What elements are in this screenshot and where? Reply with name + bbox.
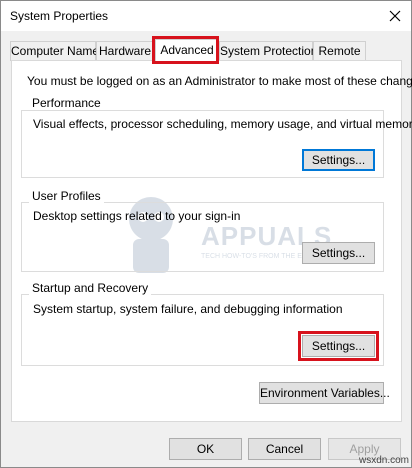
performance-settings-button[interactable]: Settings... bbox=[302, 149, 375, 171]
admin-notice: You must be logged on as an Administrato… bbox=[27, 74, 412, 88]
tab-label: Advanced bbox=[160, 43, 214, 57]
user-profiles-title: User Profiles bbox=[29, 189, 104, 203]
close-icon bbox=[389, 10, 401, 22]
tab-strip: Computer Name Hardware Advanced System P… bbox=[10, 39, 402, 62]
startup-recovery-settings-button[interactable]: Settings... bbox=[302, 335, 375, 357]
ok-button[interactable]: OK bbox=[169, 438, 242, 460]
startup-recovery-description: System startup, system failure, and debu… bbox=[33, 302, 343, 316]
cancel-button[interactable]: Cancel bbox=[248, 438, 321, 460]
site-watermark: wsxdn.com bbox=[358, 455, 409, 466]
title-bar: System Properties bbox=[1, 1, 411, 31]
user-profiles-settings-button[interactable]: Settings... bbox=[302, 242, 375, 264]
tab-advanced[interactable]: Advanced bbox=[155, 39, 219, 62]
tab-label: Computer Name bbox=[11, 44, 100, 58]
window-title: System Properties bbox=[10, 9, 109, 23]
performance-title: Performance bbox=[29, 96, 104, 110]
startup-recovery-title: Startup and Recovery bbox=[29, 281, 152, 295]
tab-hardware[interactable]: Hardware bbox=[96, 41, 154, 61]
system-properties-window: System Properties Computer Name Hardware… bbox=[0, 0, 412, 468]
tab-label: System Protection bbox=[220, 44, 318, 58]
user-profiles-description: Desktop settings related to your sign-in bbox=[33, 209, 241, 223]
tab-label: Hardware bbox=[98, 44, 152, 58]
close-button[interactable] bbox=[379, 1, 411, 31]
tab-system-protection[interactable]: System Protection bbox=[219, 41, 317, 61]
performance-description: Visual effects, processor scheduling, me… bbox=[33, 117, 412, 131]
tab-computer-name[interactable]: Computer Name bbox=[10, 41, 100, 61]
environment-variables-button[interactable]: Environment Variables... bbox=[259, 382, 390, 404]
tab-remote[interactable]: Remote bbox=[313, 41, 366, 61]
tab-label: Remote bbox=[318, 44, 361, 58]
